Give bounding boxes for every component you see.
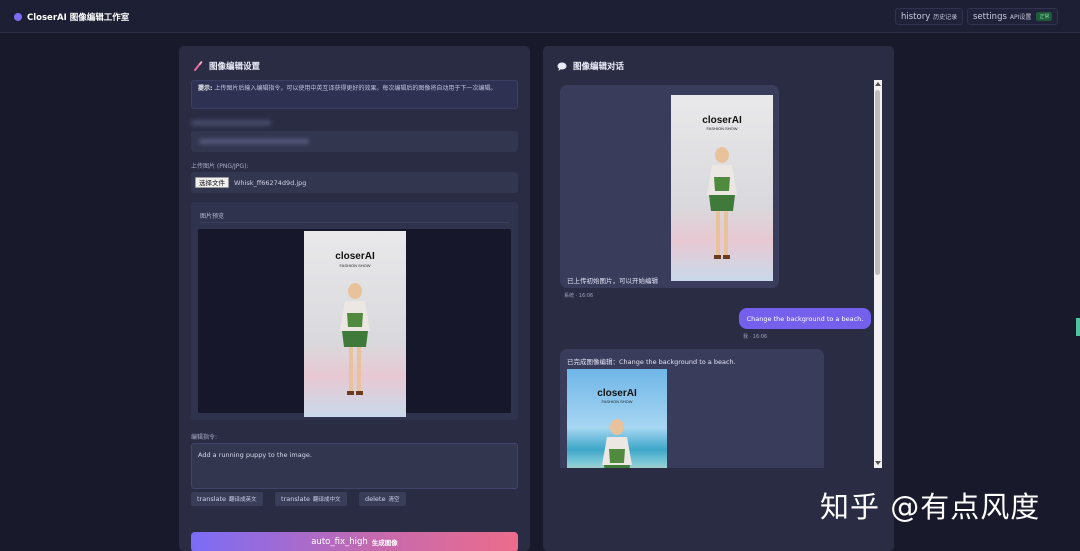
redacted-field[interactable]: [191, 131, 518, 152]
upload-label: 上传图片 (PNG/JPG):: [191, 163, 249, 170]
watermark: 知乎 @有点风度: [820, 490, 1041, 524]
app-brand: CloserAI 图像编辑工作室: [14, 11, 129, 23]
result-message-text: 已完成图像编辑：Change the background to a beach…: [567, 358, 736, 366]
choose-file-button[interactable]: 选择文件: [195, 177, 229, 188]
brand-logo-icon: [14, 13, 22, 21]
settings-label: API设置: [1009, 14, 1032, 21]
chat-messages: closerAI FASHION SHOW 已上传初始图片，可以开始编辑 系统 …: [558, 80, 885, 468]
translate-zh-label: 翻译成中文: [313, 497, 341, 503]
chat-bubble-icon: [557, 62, 567, 71]
history-button[interactable]: history 历史记录: [895, 8, 964, 25]
translate-icon: translate: [197, 495, 227, 503]
model-figure: [707, 147, 737, 259]
settings-button[interactable]: settings API设置 正常: [967, 8, 1059, 25]
clear-button[interactable]: delete 清空: [359, 492, 406, 506]
side-accent: [1076, 318, 1080, 336]
model-figure: [602, 419, 632, 468]
edit-settings-panel: 图像编辑设置 提示: 上传图片后输入编辑指令，可以使用中英互译获得更好的效果。每…: [179, 46, 530, 551]
result-image[interactable]: closerAI FASHION SHOW: [567, 369, 667, 468]
brush-icon: [194, 61, 203, 71]
preview-canvas: closerAI FASHION SHOW: [198, 229, 511, 417]
scrollbar-thumb[interactable]: [875, 90, 880, 275]
scroll-up-icon[interactable]: [875, 82, 881, 86]
redacted-value: [199, 139, 309, 144]
tip-box: 提示: 上传图片后输入编辑指令，可以使用中英互译获得更好的效果。每次编辑后的图像…: [191, 80, 518, 109]
chat-scrollbar[interactable]: [874, 80, 882, 468]
tip-text: 上传图片后输入编辑指令，可以使用中英互译获得更好的效果。每次编辑后的图像将自动用…: [214, 85, 497, 92]
chat-title: 图像编辑对话: [573, 62, 625, 72]
user-message-time: 我 · 16:06: [743, 334, 768, 340]
file-upload-field[interactable]: 选择文件 Whisk_ff66274d9d.jpg: [191, 172, 518, 193]
generate-image-button[interactable]: auto_fix_high 生成图像: [191, 532, 518, 551]
preview-image: closerAI FASHION SHOW: [304, 231, 406, 417]
tip-label: 提示:: [198, 85, 213, 92]
api-status-badge: 正常: [1036, 12, 1053, 21]
scroll-down-icon[interactable]: [875, 461, 881, 465]
translate-en-label: 翻译成英文: [229, 497, 257, 503]
auto-fix-icon: auto_fix_high: [311, 537, 368, 547]
instruction-label: 编辑指令:: [191, 434, 218, 441]
file-name: Whisk_ff66274d9d.jpg: [234, 179, 307, 187]
generate-label: 生成图像: [371, 539, 398, 547]
settings-icon: settings: [973, 11, 1007, 22]
chat-header: 图像编辑对话: [557, 60, 624, 72]
clear-label: 清空: [388, 497, 400, 503]
history-label: 历史记录: [933, 14, 958, 21]
app-title: CloserAI 图像编辑工作室: [27, 13, 130, 23]
system-message-text: 已上传初始图片，可以开始编辑: [567, 277, 658, 285]
edit-settings-title: 图像编辑设置: [209, 62, 261, 72]
translate-icon: translate: [281, 495, 311, 503]
delete-icon: delete: [365, 495, 386, 503]
uploaded-image[interactable]: closerAI FASHION SHOW: [671, 95, 773, 281]
redacted-label: [191, 120, 271, 126]
system-message-time: 系统 · 16:06: [564, 293, 594, 299]
preview-title: 图片预览: [200, 213, 225, 220]
model-figure: [340, 283, 370, 395]
translate-to-chinese-button[interactable]: translate 翻译成中文: [275, 492, 347, 506]
translate-to-english-button[interactable]: translate 翻译成英文: [191, 492, 263, 506]
edit-chat-panel: 图像编辑对话 closerAI FASHION SHOW 已上传初始图片，可以开…: [543, 46, 894, 551]
history-icon: history: [901, 11, 931, 22]
user-message: Change the background to a beach.: [739, 308, 871, 329]
image-preview-box: 图片预览 closerAI FASHION SHOW: [191, 202, 518, 420]
preview-divider: [200, 222, 509, 223]
system-result-message: 已完成图像编辑：Change the background to a beach…: [560, 349, 824, 468]
instruction-textarea[interactable]: Add a running puppy to the image.: [191, 443, 518, 489]
system-message: closerAI FASHION SHOW 已上传初始图片，可以开始编辑: [560, 85, 779, 288]
edit-settings-header: 图像编辑设置: [193, 60, 260, 72]
top-bar: CloserAI 图像编辑工作室 history 历史记录 settings A…: [0, 0, 1080, 33]
